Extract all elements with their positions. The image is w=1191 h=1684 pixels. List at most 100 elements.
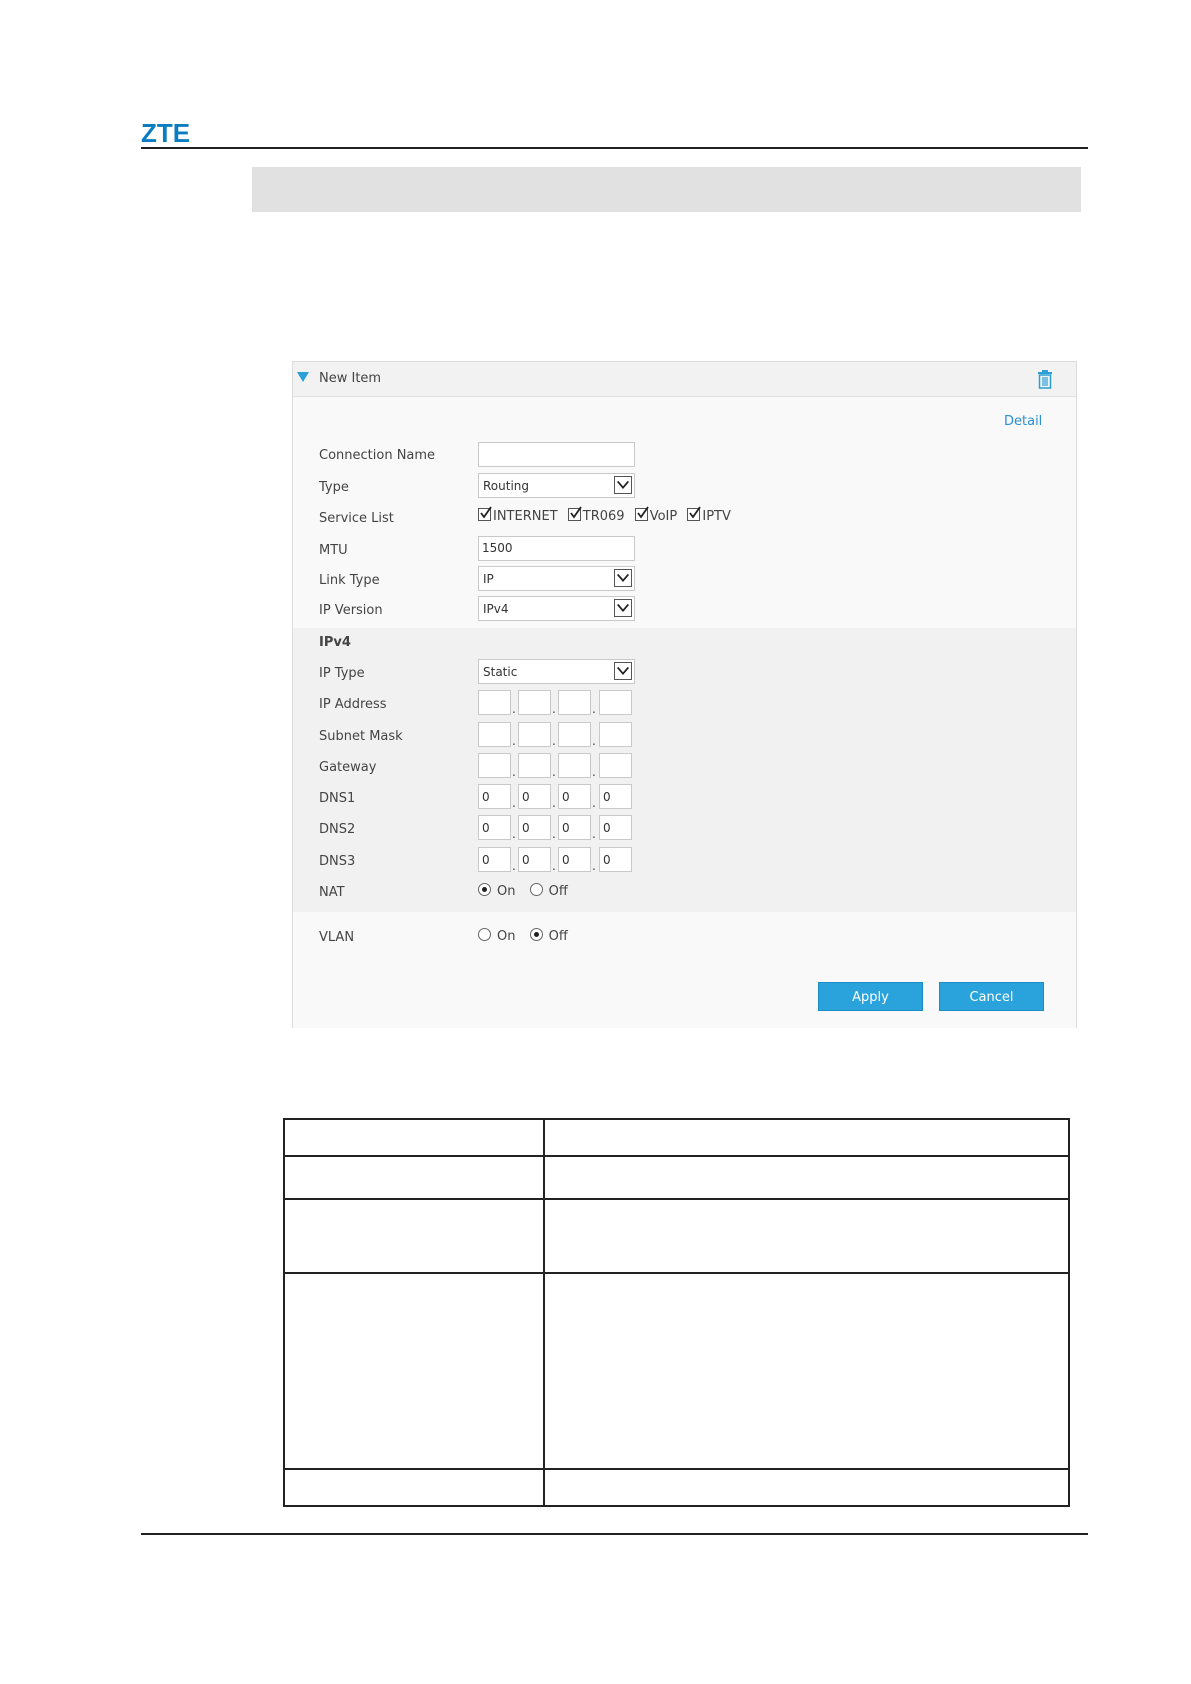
- chevron-down-icon: [614, 599, 632, 617]
- table-row: [283, 1118, 1070, 1157]
- service-tr069-checkbox[interactable]: TR069: [567, 506, 625, 524]
- octet-separator: .: [552, 859, 556, 873]
- dns2-octet-4[interactable]: 0: [599, 815, 632, 840]
- ip-version-label: IP Version: [319, 603, 383, 618]
- octet-separator: .: [592, 796, 596, 810]
- nat-on-label: On: [497, 884, 516, 899]
- dns3-octet-1[interactable]: 0: [478, 847, 511, 872]
- service-tr069-label: TR069: [582, 509, 625, 524]
- detail-link[interactable]: Detail: [1004, 414, 1042, 429]
- checkmark-icon[interactable]: [634, 506, 649, 521]
- octet-separator: .: [552, 796, 556, 810]
- type-select[interactable]: Routing: [478, 473, 635, 498]
- dns2-octet-2[interactable]: 0: [518, 815, 551, 840]
- mtu-input[interactable]: 1500: [478, 536, 635, 561]
- octet-separator: .: [552, 702, 556, 716]
- subnet-mask-octet-3[interactable]: [558, 722, 591, 747]
- dns1-octet-3[interactable]: 0: [558, 784, 591, 809]
- gateway-octet-3[interactable]: [558, 753, 591, 778]
- table-row: [283, 1155, 1070, 1200]
- ip-version-select-value: IPv4: [483, 602, 509, 616]
- table-cell: [543, 1272, 1070, 1470]
- dns3-octet-2[interactable]: 0: [518, 847, 551, 872]
- vlan-on-radio[interactable]: [478, 928, 491, 941]
- dns2-octet-3[interactable]: 0: [558, 815, 591, 840]
- gateway-octet-1[interactable]: [478, 753, 511, 778]
- dns1-octet-2[interactable]: 0: [518, 784, 551, 809]
- ip-version-select[interactable]: IPv4: [478, 596, 635, 621]
- table-cell: [543, 1155, 1070, 1200]
- dns2-octet-1[interactable]: 0: [478, 815, 511, 840]
- new-item-panel: New Item Detail Connection Name Type Rou…: [292, 361, 1077, 1028]
- gateway-label: Gateway: [319, 760, 377, 775]
- type-label: Type: [319, 480, 349, 495]
- chevron-down-icon: [614, 476, 632, 494]
- octet-separator: .: [592, 734, 596, 748]
- chevron-down-icon: [614, 662, 632, 680]
- dns3-octet-3[interactable]: 0: [558, 847, 591, 872]
- chevron-down-icon: [614, 569, 632, 587]
- link-type-select-value: IP: [483, 572, 494, 586]
- table-cell: [283, 1118, 545, 1157]
- dns1-octet-1[interactable]: 0: [478, 784, 511, 809]
- connection-name-label: Connection Name: [319, 448, 436, 463]
- service-internet-checkbox[interactable]: INTERNET: [478, 506, 558, 524]
- zte-logo: ZTE: [141, 118, 191, 148]
- octet-separator: .: [552, 734, 556, 748]
- apply-button[interactable]: Apply: [818, 982, 923, 1011]
- dns1-label: DNS1: [319, 791, 356, 806]
- table-cell: [283, 1198, 545, 1274]
- octet-separator: .: [512, 827, 516, 841]
- table-row: [283, 1198, 1070, 1274]
- link-type-select[interactable]: IP: [478, 566, 635, 591]
- octet-separator: .: [512, 765, 516, 779]
- link-type-label: Link Type: [319, 573, 380, 588]
- vlan-on-label: On: [497, 929, 516, 944]
- cancel-button[interactable]: Cancel: [939, 982, 1044, 1011]
- table-cell: [543, 1468, 1070, 1507]
- octet-separator: .: [512, 702, 516, 716]
- subnet-mask-octet-2[interactable]: [518, 722, 551, 747]
- dns2-label: DNS2: [319, 822, 356, 837]
- ip-address-octet-3[interactable]: [558, 690, 591, 715]
- subnet-mask-octet-4[interactable]: [599, 722, 632, 747]
- octet-separator: .: [592, 859, 596, 873]
- panel-header[interactable]: New Item: [293, 362, 1076, 397]
- checkmark-icon[interactable]: [478, 506, 492, 521]
- vlan-label: VLAN: [319, 930, 355, 945]
- ip-address-octet-1[interactable]: [478, 690, 511, 715]
- trash-icon[interactable]: [1036, 369, 1054, 389]
- nat-off-label: Off: [548, 884, 568, 899]
- ip-type-select[interactable]: Static: [478, 659, 635, 684]
- service-list-label: Service List: [319, 511, 394, 526]
- heading-band: [252, 167, 1081, 212]
- vlan-off-radio[interactable]: [529, 928, 543, 941]
- table-cell: [543, 1118, 1070, 1157]
- parameter-table: [283, 1118, 1070, 1507]
- connection-name-input[interactable]: [478, 442, 635, 467]
- dns3-octet-4[interactable]: 0: [599, 847, 632, 872]
- service-iptv-label: IPTV: [702, 509, 731, 524]
- octet-separator: .: [592, 827, 596, 841]
- service-voip-label: VoIP: [649, 509, 678, 524]
- triangle-down-icon[interactable]: [297, 372, 309, 382]
- octet-separator: .: [552, 765, 556, 779]
- nat-on-radio[interactable]: [478, 883, 491, 896]
- nat-off-radio[interactable]: [529, 883, 543, 896]
- checkmark-icon[interactable]: [567, 506, 582, 521]
- table-row: [283, 1468, 1070, 1507]
- octet-separator: .: [592, 702, 596, 716]
- checkmark-icon[interactable]: [687, 506, 702, 521]
- service-iptv-checkbox[interactable]: IPTV: [687, 506, 731, 524]
- table-row: [283, 1272, 1070, 1470]
- gateway-octet-2[interactable]: [518, 753, 551, 778]
- ip-address-octet-4[interactable]: [599, 690, 632, 715]
- nat-label: NAT: [319, 885, 345, 900]
- service-voip-checkbox[interactable]: VoIP: [634, 506, 678, 524]
- gateway-octet-4[interactable]: [599, 753, 632, 778]
- dns1-octet-4[interactable]: 0: [599, 784, 632, 809]
- ip-type-select-value: Static: [483, 665, 518, 679]
- footer-rule: [141, 1533, 1088, 1535]
- subnet-mask-octet-1[interactable]: [478, 722, 511, 747]
- ip-address-octet-2[interactable]: [518, 690, 551, 715]
